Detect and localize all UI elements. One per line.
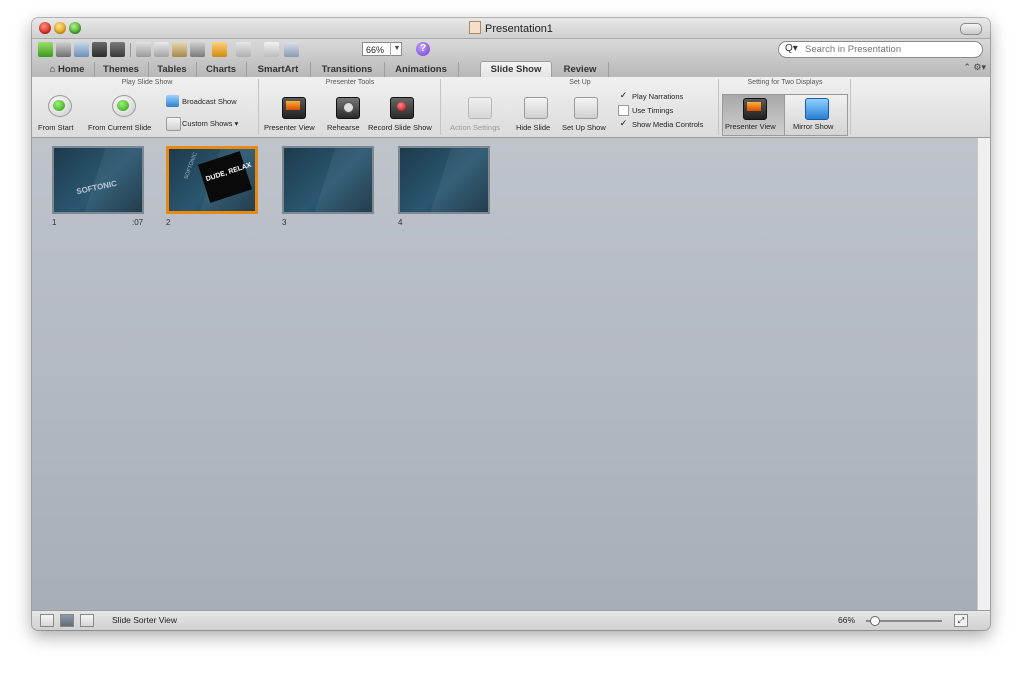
ribbon: Play Slide Show From Start From Current … <box>32 77 990 138</box>
play-narrations-checkbox[interactable]: ✓ <box>618 90 629 101</box>
current-view-label: Slide Sorter View <box>112 615 178 625</box>
copy-icon[interactable] <box>154 42 169 57</box>
templates-icon[interactable] <box>56 42 71 57</box>
hide-slide-icon[interactable] <box>524 97 548 119</box>
ribbon-controls[interactable]: ⌃ ⚙▾ <box>963 62 986 73</box>
zoom-slider-handle[interactable] <box>870 616 880 626</box>
slide-thumbnail-2[interactable]: DUDE, RELAX SOFTONIC <box>166 146 258 214</box>
tab-review[interactable]: Review <box>552 62 609 77</box>
group-title: Presenter Tools <box>325 79 375 86</box>
toolbar-toggle-button[interactable] <box>960 23 982 35</box>
zoom-percentage: 66% <box>838 615 856 625</box>
fit-to-window-icon[interactable]: ⤢ <box>954 614 968 627</box>
use-timings-label: Use Timings <box>632 106 674 115</box>
search-icon: Q▾ <box>785 43 798 54</box>
slide-thumbnail-3[interactable] <box>282 146 374 214</box>
group-presenter-tools: Presenter Tools Presenter View Rehearse … <box>260 79 441 135</box>
mirror-show-toggle[interactable]: Mirror Show <box>784 94 848 136</box>
slide-thumbnail-1[interactable]: SOFTONIC <box>52 146 144 214</box>
set-up-show-icon[interactable] <box>574 97 598 119</box>
redo-icon[interactable] <box>236 42 251 57</box>
tab-home[interactable]: ⌂ Home <box>40 62 95 77</box>
slide-timing: :07 <box>132 218 144 227</box>
tab-charts[interactable]: Charts <box>196 62 247 77</box>
toolbar-separator <box>130 43 131 57</box>
undo-icon[interactable] <box>212 42 227 57</box>
tab-animations[interactable]: Animations <box>384 62 459 77</box>
mirror-show-label: Mirror Show <box>793 122 834 131</box>
help-icon[interactable]: ? <box>416 42 430 56</box>
document-icon <box>469 21 482 34</box>
from-start-button[interactable]: From Start <box>38 123 73 132</box>
slide-number: 3 <box>282 218 287 227</box>
show-media-controls-checkbox[interactable]: ✓ <box>618 118 629 129</box>
rehearse-button[interactable]: Rehearse <box>327 123 360 132</box>
window-title: Presentation1 <box>32 21 990 35</box>
presenter-view-button[interactable]: Presenter View <box>264 123 315 132</box>
search-input[interactable] <box>805 43 975 56</box>
tab-themes[interactable]: Themes <box>94 62 149 77</box>
new-icon[interactable] <box>38 42 53 57</box>
action-settings-button[interactable]: Action Settings <box>450 123 500 132</box>
zoom-value: 66% <box>366 45 385 55</box>
chevron-down-icon[interactable]: ▼ <box>390 42 403 56</box>
tab-transitions[interactable]: Transitions <box>310 62 385 77</box>
print-icon[interactable] <box>110 42 125 57</box>
slide-number: 2 <box>166 218 171 227</box>
action-settings-icon <box>468 97 492 119</box>
ribbon-tabs: ⌂ Home Themes Tables Charts SmartArt Tra… <box>32 61 990 78</box>
slide-thumbnail-4[interactable] <box>398 146 490 214</box>
vertical-scrollbar[interactable] <box>977 138 990 610</box>
title-bar: Presentation1 <box>32 18 990 39</box>
open-icon[interactable] <box>74 42 89 57</box>
presenter-view-toggle[interactable]: Presenter View <box>722 94 786 136</box>
normal-view-button[interactable] <box>40 614 54 627</box>
rehearse-icon[interactable] <box>336 97 360 119</box>
media-icon[interactable] <box>284 42 299 57</box>
slide-show-view-button[interactable] <box>80 614 94 627</box>
standard-toolbar: 66% ▼ ? Q▾ <box>32 39 990 61</box>
presenter-view-icon[interactable] <box>282 97 306 119</box>
from-current-slide-button[interactable]: From Current Slide <box>88 123 151 132</box>
group-title: Setting for Two Displays <box>747 79 823 86</box>
slide-sorter-view-button[interactable] <box>60 614 74 627</box>
tab-tables[interactable]: Tables <box>148 62 197 77</box>
group-two-displays: Setting for Two Displays Presenter View … <box>720 79 851 136</box>
hide-slide-button[interactable]: Hide Slide <box>516 123 550 132</box>
slide-side-text: SOFTONIC <box>183 151 199 181</box>
app-window: Presentation1 66% ▼ ? Q▾ ⌂ Home Themes T… <box>32 18 990 630</box>
search-box[interactable]: Q▾ <box>778 41 983 58</box>
from-start-icon[interactable] <box>48 95 72 117</box>
show-media-controls-label: Show Media Controls <box>632 120 704 129</box>
custom-shows-button[interactable]: Custom Shows ▾ <box>182 119 238 128</box>
format-icon[interactable] <box>190 42 205 57</box>
broadcast-icon <box>166 95 179 107</box>
set-up-show-button[interactable]: Set Up Show <box>562 123 606 132</box>
group-title: Play Slide Show <box>121 79 173 86</box>
tab-slide-show[interactable]: Slide Show <box>480 61 552 78</box>
from-current-slide-icon[interactable] <box>112 95 136 117</box>
group-title: Set Up <box>569 79 591 86</box>
cut-icon[interactable] <box>136 42 151 57</box>
play-narrations-label: Play Narrations <box>632 92 684 101</box>
group-play-slide-show: Play Slide Show From Start From Current … <box>36 79 259 135</box>
slide-sorter-area: SOFTONIC 1 :07 DUDE, RELAX SOFTONIC 2 3 … <box>32 138 978 610</box>
slide-number: 1 <box>52 218 57 227</box>
presenter-view-icon <box>743 98 767 120</box>
record-slide-show-button[interactable]: Record Slide Show <box>368 123 432 132</box>
group-set-up: Set Up Action Settings Hide Slide Set Up… <box>442 79 719 135</box>
broadcast-show-button[interactable]: Broadcast Show <box>182 97 237 106</box>
insert-slide-icon[interactable] <box>264 42 279 57</box>
record-icon[interactable] <box>390 97 414 119</box>
slide-number: 4 <box>398 218 403 227</box>
custom-shows-icon <box>166 117 181 131</box>
tab-smartart[interactable]: SmartArt <box>246 62 311 77</box>
mirror-show-icon <box>805 98 829 120</box>
paste-icon[interactable] <box>172 42 187 57</box>
status-bar: Slide Sorter View 66% ⤢ <box>32 610 990 630</box>
presenter-view-label: Presenter View <box>725 122 776 131</box>
save-icon[interactable] <box>92 42 107 57</box>
window-title-text: Presentation1 <box>485 23 553 35</box>
use-timings-checkbox[interactable] <box>618 105 629 116</box>
